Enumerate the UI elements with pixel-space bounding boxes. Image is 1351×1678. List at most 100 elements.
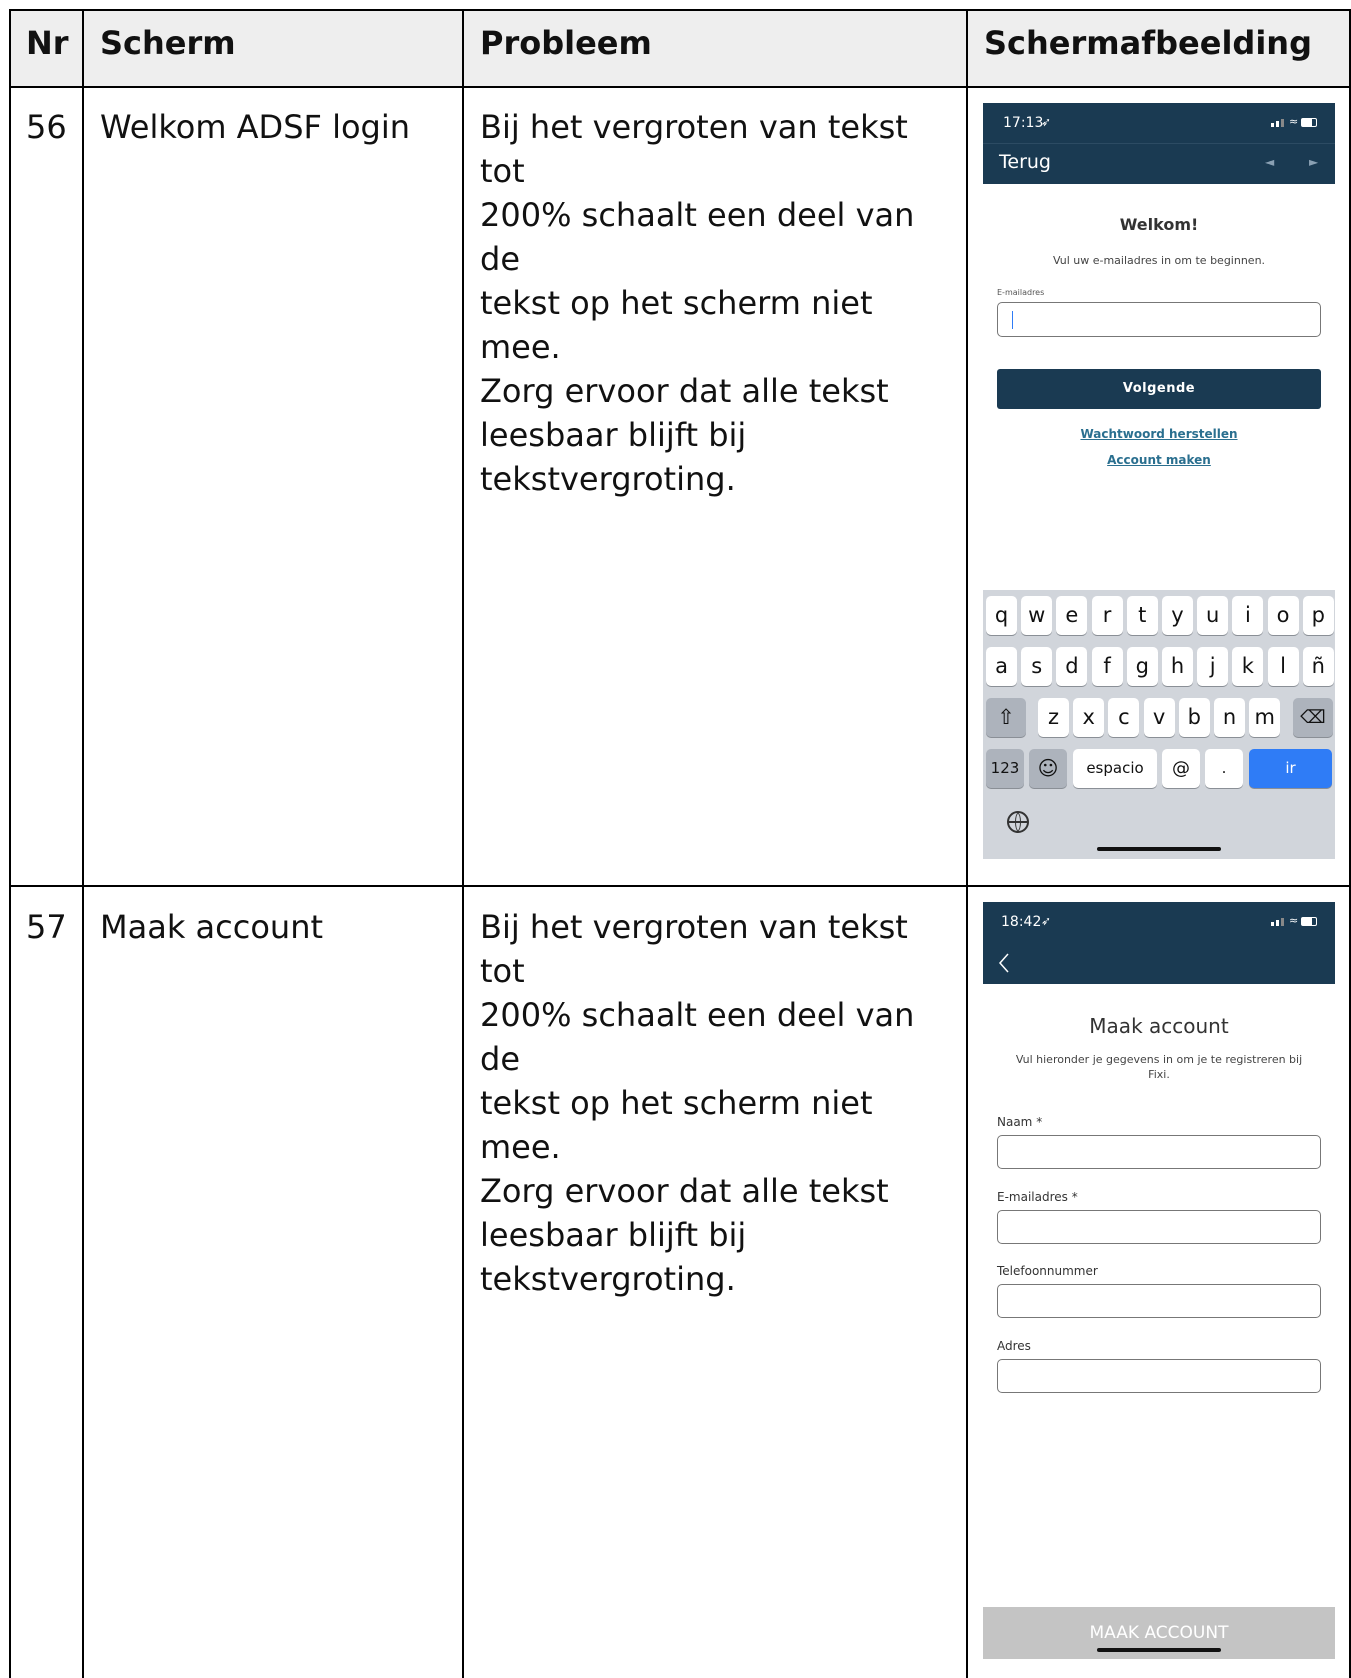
page-title: Maak account (1089, 1014, 1229, 1038)
key-o[interactable]: o (1267, 596, 1299, 635)
field-label: E-mailadres * (997, 1190, 1078, 1204)
telefoon-input[interactable] (997, 1284, 1321, 1318)
email-label: E-mailadres (997, 288, 1045, 297)
key-numbers[interactable]: 123 (986, 749, 1024, 788)
key-k[interactable]: k (1232, 647, 1264, 686)
email-input[interactable] (997, 302, 1321, 337)
email-input[interactable] (997, 1210, 1321, 1244)
row-nr: 56 (26, 108, 67, 146)
probleem-line: leesbaar blijft bij (480, 416, 747, 454)
row-nr: 57 (26, 908, 67, 946)
probleem-line: 200% schaalt een deel van de (480, 196, 915, 278)
welcome-subtitle: Vul uw e-mailadres in om te beginnen. (1052, 254, 1266, 267)
reset-password-link[interactable]: Wachtwoord herstellen (983, 427, 1335, 441)
table-divider (966, 9, 968, 1678)
probleem-line: leesbaar blijft bij (480, 1216, 747, 1254)
probleem-line: Zorg ervoor dat alle tekst (480, 1172, 889, 1210)
key-n[interactable]: n (1214, 698, 1245, 737)
header-probleem: Probleem (480, 24, 652, 62)
probleem-line: Bij het vergroten van tekst tot (480, 108, 908, 190)
page-subtitle: Vul hieronder je gegevens in om je te re… (983, 1052, 1335, 1082)
volgende-button[interactable]: Volgende (997, 369, 1321, 409)
key-dot[interactable]: . (1205, 749, 1243, 788)
text-cursor (1012, 311, 1013, 329)
app-header: 17:13 ➶ ≈ Terug ◄ ► (983, 103, 1335, 184)
table-border-row (9, 885, 1351, 887)
key-at[interactable]: @ (1162, 749, 1200, 788)
key-f[interactable]: f (1091, 647, 1123, 686)
home-indicator (1097, 1648, 1221, 1652)
key-h[interactable]: h (1162, 647, 1193, 686)
shift-icon[interactable]: ⇧ (986, 698, 1026, 737)
key-c[interactable]: c (1108, 698, 1140, 737)
key-v[interactable]: v (1143, 698, 1175, 737)
key-x[interactable]: x (1073, 698, 1105, 737)
back-chevron-icon[interactable] (997, 952, 1011, 974)
subtitle-line: Fixi. (1148, 1068, 1170, 1081)
next-icon[interactable]: ► (1309, 155, 1318, 169)
subtitle-line: Vul hieronder je gegevens in om je te re… (1015, 1053, 1303, 1066)
probleem-line: 200% schaalt een deel van de (480, 996, 915, 1078)
key-a[interactable]: a (986, 647, 1017, 686)
key-w[interactable]: w (1021, 596, 1053, 635)
status-icons: ≈ (1271, 116, 1319, 129)
header-schermafbeelding: Schermafbeelding (984, 24, 1312, 62)
key-t[interactable]: t (1126, 596, 1158, 635)
key-e[interactable]: e (1056, 596, 1088, 635)
emoji-icon[interactable]: ☺ (1029, 749, 1067, 788)
probleem-line: tekst op het scherm niet mee. (480, 1084, 873, 1166)
screenshot-welkom: 17:13 ➶ ≈ Terug ◄ ► Welkom! Vul uw e-mai… (983, 103, 1335, 859)
header-scherm: Scherm (100, 24, 236, 62)
key-l[interactable]: l (1267, 647, 1299, 686)
key-s[interactable]: s (1021, 647, 1053, 686)
status-time: 18:42 (1001, 914, 1042, 930)
key-m[interactable]: m (1249, 698, 1281, 737)
table-border-top (9, 9, 1351, 11)
table-divider (462, 9, 464, 1678)
key-q[interactable]: q (986, 596, 1017, 635)
probleem-line: Bij het vergroten van tekst tot (480, 908, 908, 990)
table-border-left (9, 9, 11, 1678)
screenshot-maak-account: 18:42 ➶ ≈ Maak account Vul hieronder je … (983, 902, 1335, 1678)
keyboard: q w e r t y u i o p a s d f g h j k l ñ ⇧ z x c v b n m ⌫ 123 ☺ espacio… (983, 590, 1335, 859)
back-link[interactable]: Terug (999, 151, 1051, 173)
key-z[interactable]: z (1038, 698, 1069, 737)
naam-input[interactable] (997, 1135, 1321, 1169)
key-space[interactable]: espacio (1073, 749, 1157, 788)
home-indicator (1097, 847, 1221, 851)
prev-icon[interactable]: ◄ (1265, 155, 1274, 169)
globe-icon[interactable] (1007, 811, 1029, 833)
key-p[interactable]: p (1302, 596, 1334, 635)
probleem-line: tekst op het scherm niet mee. (480, 284, 873, 366)
key-r[interactable]: r (1091, 596, 1123, 635)
location-icon: ➶ (1041, 115, 1052, 129)
key-g[interactable]: g (1126, 647, 1158, 686)
key-go[interactable]: ir (1249, 749, 1332, 788)
key-y[interactable]: y (1162, 596, 1193, 635)
create-account-link[interactable]: Account maken (983, 453, 1335, 467)
status-time: 17:13 (1003, 115, 1044, 131)
field-label: Naam * (997, 1115, 1043, 1129)
key-ñ[interactable]: ñ (1302, 647, 1334, 686)
backspace-icon[interactable]: ⌫ (1293, 698, 1333, 737)
status-icons: ≈ (1271, 915, 1319, 928)
table-border-header (9, 86, 1351, 88)
table-divider (82, 9, 84, 1678)
field-label: Telefoonnummer (997, 1264, 1098, 1278)
key-u[interactable]: u (1197, 596, 1229, 635)
probleem-line: tekstvergroting. (480, 460, 736, 498)
key-d[interactable]: d (1056, 647, 1088, 686)
key-j[interactable]: j (1197, 647, 1229, 686)
probleem-line: Zorg ervoor dat alle tekst (480, 372, 889, 410)
row-scherm: Maak account (100, 908, 324, 946)
row-probleem: Bij het vergroten van tekst tot 200% sch… (480, 105, 950, 501)
adres-input[interactable] (997, 1359, 1321, 1393)
header-nr: Nr (26, 24, 69, 62)
row-scherm: Welkom ADSF login (100, 108, 411, 146)
field-label: Adres (997, 1339, 1031, 1353)
probleem-line: tekstvergroting. (480, 1260, 736, 1298)
key-i[interactable]: i (1232, 596, 1264, 635)
key-b[interactable]: b (1178, 698, 1210, 737)
row-probleem: Bij het vergroten van tekst tot 200% sch… (480, 905, 950, 1301)
app-header: 18:42 ➶ ≈ (983, 902, 1335, 984)
